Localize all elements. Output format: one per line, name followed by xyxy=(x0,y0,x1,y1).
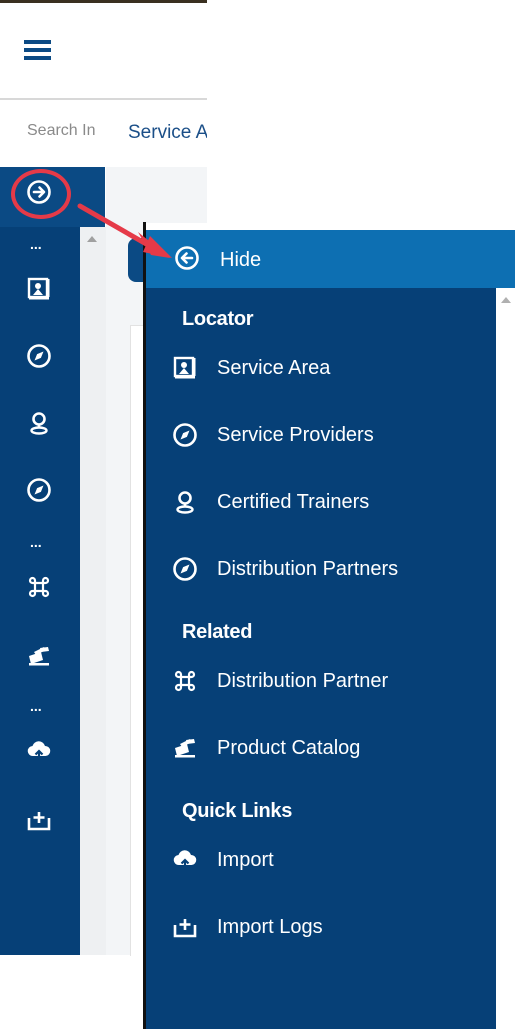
nav-item-distribution-partner[interactable]: Distribution Partner xyxy=(170,663,388,699)
import-logs-icon xyxy=(170,912,200,942)
product-catalog-icon xyxy=(170,733,200,763)
command-icon xyxy=(170,666,200,696)
service-area-icon[interactable] xyxy=(26,276,52,302)
nav-item-service-area[interactable]: Service Area xyxy=(170,350,330,386)
more-dots: ... xyxy=(30,534,42,550)
service-area-tab[interactable]: Service A xyxy=(128,122,207,144)
section-title-locator: Locator xyxy=(182,308,254,330)
compass-icon[interactable] xyxy=(26,477,52,503)
nav-item-import-logs[interactable]: Import Logs xyxy=(170,909,323,945)
nav-item-import[interactable]: Import xyxy=(170,842,274,878)
location-pin-icon xyxy=(170,487,200,517)
nav-item-label: Service Providers xyxy=(217,423,374,446)
panel-scrollbar[interactable] xyxy=(496,288,515,1029)
cloud-upload-icon xyxy=(170,845,200,875)
service-area-icon xyxy=(170,353,200,383)
compass-icon xyxy=(170,420,200,450)
import-logs-icon[interactable] xyxy=(26,807,52,833)
compass-icon xyxy=(170,554,200,584)
location-pin-icon[interactable] xyxy=(26,410,52,436)
nav-item-product-catalog[interactable]: Product Catalog xyxy=(170,730,360,766)
hamburger-icon[interactable] xyxy=(24,40,52,62)
hide-label[interactable]: Hide xyxy=(220,249,261,272)
nav-item-label: Distribution Partner xyxy=(217,669,389,692)
header-divider xyxy=(0,98,207,100)
nav-item-label: Certified Trainers xyxy=(217,490,370,513)
hide-button[interactable] xyxy=(146,230,515,288)
command-icon[interactable] xyxy=(26,574,52,600)
nav-item-certified-trainers[interactable]: Certified Trainers xyxy=(170,484,369,520)
rail-scrollbar[interactable] xyxy=(80,227,106,955)
scroll-up-arrow-icon[interactable] xyxy=(501,297,511,303)
section-title-quick-links: Quick Links xyxy=(182,800,293,822)
nav-item-label: Import Logs xyxy=(217,915,323,938)
highlight-ring xyxy=(11,169,71,219)
content-header-background xyxy=(106,167,207,223)
more-dots: ... xyxy=(30,236,42,252)
top-border xyxy=(0,0,207,3)
nav-item-label: Product Catalog xyxy=(217,736,361,759)
arrow-left-circle-icon[interactable] xyxy=(174,245,200,271)
product-catalog-icon[interactable] xyxy=(26,643,52,669)
scroll-up-arrow-icon[interactable] xyxy=(87,236,97,242)
nav-item-service-providers[interactable]: Service Providers xyxy=(170,417,374,453)
nav-item-label: Service Area xyxy=(217,356,331,379)
compass-icon[interactable] xyxy=(26,343,52,369)
nav-item-label: Distribution Partners xyxy=(217,557,399,580)
search-in-label: Search In xyxy=(27,122,96,139)
section-title-related: Related xyxy=(182,621,253,643)
nav-item-label: Import xyxy=(217,848,274,871)
cloud-upload-icon[interactable] xyxy=(26,738,52,764)
nav-item-distribution-partners[interactable]: Distribution Partners xyxy=(170,551,398,587)
more-dots: ... xyxy=(30,698,42,714)
